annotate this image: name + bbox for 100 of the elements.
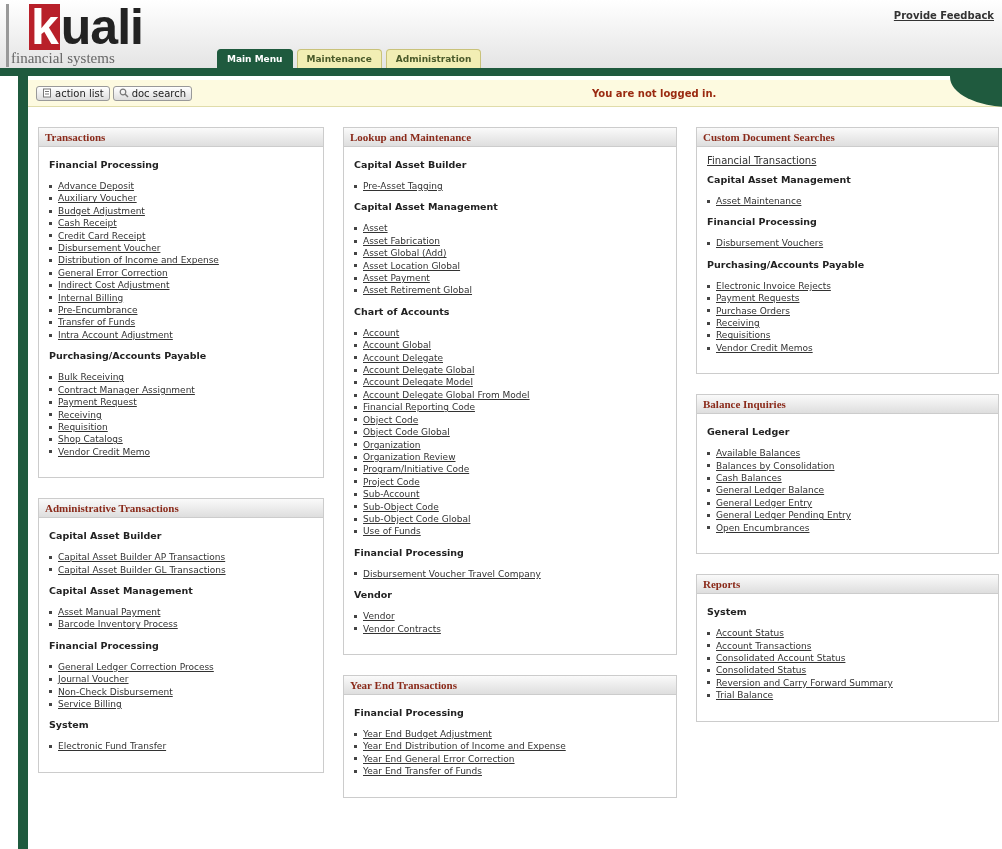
menu-link[interactable]: Requisitions [716,329,771,342]
section-heading: Financial Processing [49,159,160,170]
toolbar-button[interactable]: action list [36,85,110,101]
menu-link[interactable]: Year End Transfer of Funds [363,765,482,778]
menu-link[interactable]: Cash Balances [716,472,782,485]
menu-link[interactable]: Available Balances [716,447,801,460]
section-heading: Purchasing/Accounts Payable [707,258,866,270]
menu-link[interactable]: Project Code [363,475,420,489]
menu-link[interactable]: Requisition [58,420,108,434]
menu-link[interactable]: Indirect Cost Adjustment [58,279,170,292]
menu-link[interactable]: Service Billing [58,697,122,711]
menu-link[interactable]: Barcode Inventory Process [58,618,178,631]
menu-link[interactable]: Asset Location Global [363,259,461,273]
menu-link[interactable]: Year End General Error Correction [363,752,515,766]
menu-link[interactable]: Account Delegate Model [363,376,473,389]
menu-link[interactable]: Pre-Encumbrance [58,304,138,317]
menu-link[interactable]: Sub-Account [363,488,420,501]
panel-title: Year End Transactions [344,675,676,695]
menu-link[interactable]: Contract Manager Assignment [58,383,195,397]
section-heading: Financial Processing [49,639,160,651]
menu-link[interactable]: Receiving [58,408,102,421]
menu-link[interactable]: Account Delegate [363,351,443,365]
menu-link[interactable]: Vendor Contracts [363,622,441,635]
menu-link[interactable]: Purchase Orders [716,304,790,318]
menu-link[interactable]: Budget Adjustment [58,204,145,218]
menu-link[interactable]: Account [363,326,400,340]
menu-link[interactable]: General Ledger Correction Process [58,660,214,674]
menu-link[interactable]: Year End Budget Adjustment [363,727,492,741]
menu-link[interactable]: Financial Reporting Code [363,401,475,414]
menu-link[interactable]: Balances by Consolidation [716,459,835,473]
section-heading: Capital Asset Management [49,584,194,596]
menu-link[interactable]: Year End Distribution of Income and Expense [363,740,566,753]
menu-link[interactable]: Cash Receipt [58,217,117,230]
menu-link[interactable]: Credit Card Receipt [58,229,146,243]
menu-link[interactable]: Disbursement Vouchers [716,237,824,250]
menu-link[interactable]: Electronic Fund Transfer [58,740,167,753]
menu-link[interactable]: Account Transactions [716,639,812,652]
menu-link[interactable]: Journal Voucher [58,673,129,686]
section-heading: Capital Asset Management [354,201,499,213]
menu-link[interactable]: Object Code Global [363,426,450,439]
menu-link[interactable]: Payment Requests [716,292,800,305]
menu-link[interactable]: Sub-Object Code Global [363,512,471,526]
menu-link[interactable]: General Ledger Pending Entry [716,509,852,522]
menu-link[interactable]: Asset Retirement Global [363,284,473,297]
section-heading: Capital Asset Builder [49,530,163,542]
menu-link[interactable]: Bulk Receiving [58,371,125,384]
section-heading: General Ledger [707,426,791,438]
menu-link[interactable]: Receiving [716,317,760,330]
menu-link[interactable]: Internal Billing [58,291,124,305]
menu-link[interactable]: Asset Manual Payment [58,605,161,619]
menu-link[interactable]: Account Global [363,339,431,352]
menu-link[interactable]: Disbursement Voucher [58,242,161,255]
menu-link[interactable]: Consolidated Status [716,664,807,677]
menu-link[interactable]: Asset Maintenance [716,195,802,208]
menu-link[interactable]: Open Encumbrances [716,521,810,535]
menu-link[interactable]: Organization Review [363,450,456,464]
menu-link[interactable]: Distribution of Income and Expense [58,254,219,267]
menu-link[interactable]: Account Delegate Global From Model [363,388,530,402]
menu-link[interactable]: Financial Transactions [707,155,988,166]
menu-link[interactable]: General Ledger Entry [716,496,813,510]
nav-tab[interactable]: Administration [385,49,482,68]
menu-link[interactable]: Intra Account Adjustment [58,328,173,342]
menu-link[interactable]: Capital Asset Builder GL Transactions [58,563,226,576]
menu-link[interactable]: Vendor Credit Memos [716,341,813,355]
menu-link[interactable]: Auxiliary Voucher [58,192,137,205]
menu-link[interactable]: Non-Check Disbursement [58,685,173,698]
menu-link[interactable]: Program/Initiative Code [363,463,470,476]
menu-link[interactable]: Asset Global (Add) [363,247,447,260]
menu-link[interactable]: Shop Catalogs [58,433,123,446]
nav-tab[interactable]: Maintenance [296,49,382,68]
menu-link[interactable]: Consolidated Account Status [716,651,846,665]
menu-link[interactable]: Payment Request [58,396,137,409]
menu-link[interactable]: Account Delegate Global [363,364,475,377]
section-heading: Purchasing/Accounts Payable [49,350,208,362]
menu-link[interactable]: Capital Asset Builder AP Transactions [58,551,226,564]
menu-link[interactable]: General Error Correction [58,266,168,280]
menu-link[interactable]: Use of Funds [363,525,421,538]
menu-link[interactable]: Trial Balance [716,689,774,702]
menu-link[interactable]: Vendor Credit Memo [58,445,150,459]
menu-link[interactable]: Asset Fabrication [363,234,440,248]
nav-tab[interactable]: Main Menu [217,49,293,68]
menu-link[interactable]: Asset [363,222,388,235]
menu-link[interactable]: Sub-Object Code [363,500,439,513]
feedback-link[interactable]: Provide Feedback [893,10,994,21]
menu-link[interactable]: Reversion and Carry Forward Summary [716,676,893,690]
menu-link[interactable]: Electronic Invoice Rejects [716,279,831,293]
tagline: financial systems [10,50,116,67]
menu-link[interactable]: Disbursement Voucher Travel Company [363,567,541,581]
menu-link[interactable]: Transfer of Funds [58,316,136,329]
menu-link[interactable]: Asset Payment [363,272,430,285]
menu-link[interactable]: Account Status [716,627,784,640]
toolbar-button[interactable]: doc search [112,85,193,101]
menu-link[interactable]: General Ledger Balance [716,484,825,497]
menu-link[interactable]: Organization [363,438,421,451]
section-heading: System [49,719,90,731]
menu-link[interactable]: Pre-Asset Tagging [363,180,443,193]
menu-link[interactable]: Advance Deposit [58,180,134,193]
menu-link[interactable]: Object Code [363,413,419,427]
section-heading: Financial Processing [707,216,818,228]
menu-link[interactable]: Vendor [363,610,395,623]
